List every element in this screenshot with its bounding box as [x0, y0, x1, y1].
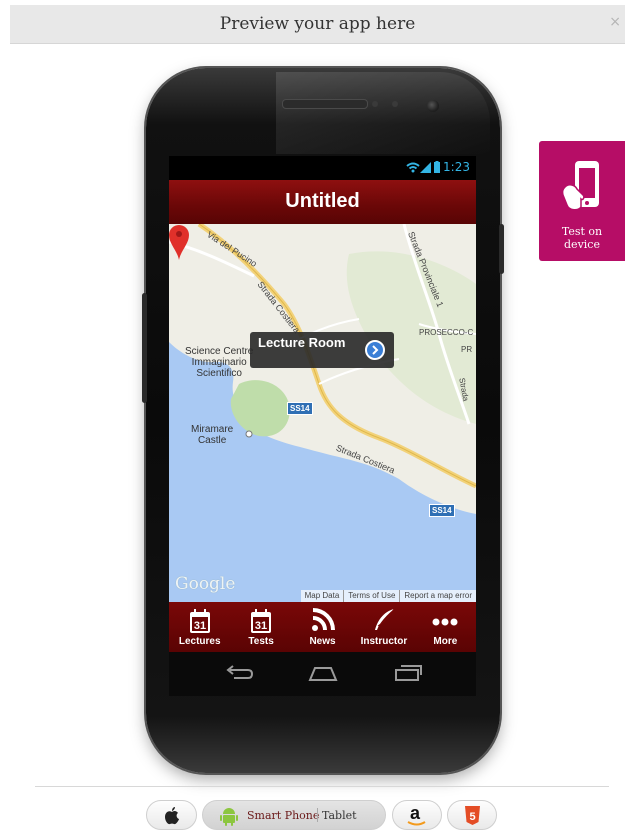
- speaker-grille: [282, 99, 368, 109]
- device-screen: 1:23 Untitled Via del Pucino Strada Cost…: [169, 156, 476, 696]
- back-icon[interactable]: [224, 664, 254, 682]
- battery-icon: [434, 161, 440, 173]
- tab-label: News: [309, 636, 336, 647]
- power-button: [499, 224, 504, 274]
- front-camera: [427, 100, 439, 112]
- map-pin-icon[interactable]: [169, 224, 189, 260]
- android-nav-bar: [169, 652, 476, 696]
- tab-label: Lectures: [178, 636, 221, 647]
- html5-platform-button[interactable]: 5: [447, 800, 497, 830]
- amazon-platform-button[interactable]: a: [392, 800, 442, 830]
- apple-icon: [165, 807, 179, 825]
- tab-bar: 31 Lectures 31 Tests News Instructor Mor…: [169, 602, 476, 652]
- poi-marker-icon: [245, 430, 253, 438]
- status-bar: 1:23: [169, 156, 476, 180]
- more-dots-icon: [432, 618, 458, 626]
- map-label: Miramare Castle: [191, 424, 234, 446]
- status-time: 1:23: [443, 160, 470, 174]
- svg-text:31: 31: [255, 620, 267, 632]
- svg-text:31: 31: [194, 620, 206, 632]
- calendar-icon: 31: [251, 609, 272, 633]
- tab-more[interactable]: More: [415, 602, 476, 652]
- tab-label: Instructor: [360, 636, 408, 647]
- tab-label: Tests: [248, 636, 274, 647]
- smart-phone-option[interactable]: Smart Phone: [247, 809, 319, 822]
- html5-icon: 5: [465, 806, 480, 825]
- google-logo: Google: [175, 574, 236, 594]
- road-shield: SS14: [287, 402, 313, 415]
- volume-button: [142, 293, 147, 403]
- rss-icon: [311, 608, 335, 631]
- map-data-link[interactable]: Map Data: [301, 590, 344, 602]
- close-icon[interactable]: ×: [609, 14, 621, 30]
- ios-platform-button[interactable]: [146, 800, 197, 830]
- tab-news[interactable]: News: [292, 602, 353, 652]
- recent-apps-icon[interactable]: [393, 664, 423, 682]
- svg-text:5: 5: [469, 811, 475, 823]
- test-on-device-button[interactable]: Test on device: [539, 141, 625, 261]
- road-shield: SS14: [429, 504, 455, 517]
- map-label: Science Centre Immaginario Scientifico: [185, 346, 254, 379]
- map-label: PR: [461, 345, 473, 354]
- terms-of-use-link[interactable]: Terms of Use: [343, 590, 399, 602]
- touch-phone-icon: [561, 161, 599, 211]
- home-icon[interactable]: [307, 664, 339, 682]
- android-platform-button[interactable]: Smart Phone Tablet: [202, 800, 386, 830]
- report-map-error-link[interactable]: Report a map error: [399, 590, 476, 602]
- tab-instructor[interactable]: Instructor: [353, 602, 414, 652]
- map-callout[interactable]: Lecture Room: [250, 332, 394, 368]
- chevron-right-icon: [372, 345, 379, 355]
- wifi-signal-icon: [406, 162, 431, 173]
- banner-title: Preview your app here: [219, 14, 416, 34]
- android-icon: [220, 808, 238, 826]
- app-title: Untitled: [285, 190, 360, 212]
- light-sensor: [392, 101, 398, 107]
- map-label: PROSECCO-C: [419, 328, 474, 337]
- callout-detail-button[interactable]: [365, 340, 385, 360]
- map-footer: Map Data Terms of Use Report a map error: [300, 590, 476, 602]
- platform-bar: Smart Phone Tablet a 5: [0, 800, 625, 830]
- tablet-option[interactable]: Tablet: [322, 809, 357, 822]
- divider: [35, 786, 609, 787]
- map-view[interactable]: Via del Pucino Strada Costiera Strada Pr…: [169, 224, 476, 602]
- preview-banner: Preview your app here ×: [10, 5, 625, 44]
- test-on-device-label: Test on device: [561, 225, 603, 251]
- app-header: Untitled: [169, 180, 476, 225]
- calendar-icon: 31: [189, 609, 210, 633]
- quill-icon: [374, 608, 395, 630]
- callout-title: Lecture Room: [258, 335, 346, 350]
- tab-lectures[interactable]: 31 Lectures: [169, 602, 230, 652]
- tab-tests[interactable]: 31 Tests: [230, 602, 291, 652]
- tab-label: More: [433, 636, 458, 647]
- proximity-sensor: [372, 101, 378, 107]
